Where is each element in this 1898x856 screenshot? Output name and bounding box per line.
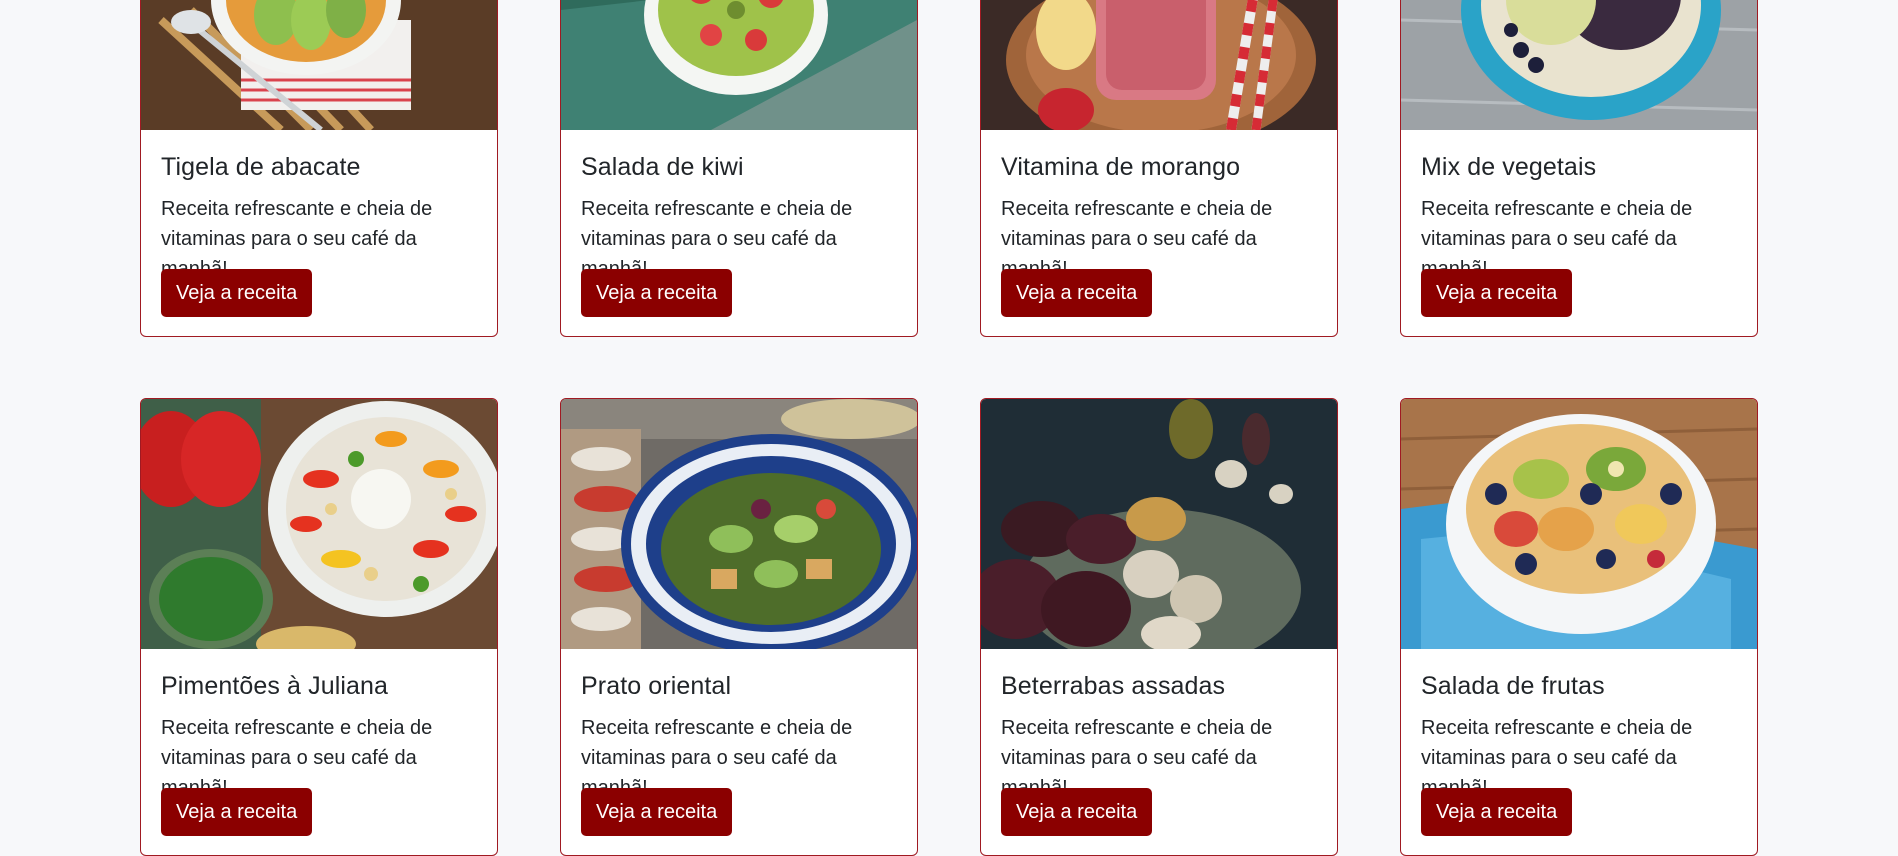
card-title: Salada de frutas bbox=[1421, 672, 1605, 700]
view-recipe-button[interactable]: Veja a receita bbox=[161, 788, 313, 836]
kiwi-bowl-photo bbox=[561, 0, 917, 130]
view-recipe-button[interactable]: Veja a receita bbox=[1421, 269, 1573, 317]
pepper-salad-photo bbox=[141, 399, 497, 649]
view-recipe-button[interactable]: Veja a receita bbox=[581, 788, 733, 836]
card-title: Beterrabas assadas bbox=[1001, 672, 1226, 700]
card-title: Salada de kiwi bbox=[581, 153, 744, 181]
recipe-card: Pimentões à Juliana Receita refrescante … bbox=[140, 398, 498, 856]
recipe-card: Beterrabas assadas Receita refrescante e… bbox=[980, 398, 1338, 856]
recipe-card: Tigela de abacate Receita refrescante e … bbox=[140, 0, 498, 337]
card-title: Pimentões à Juliana bbox=[161, 672, 389, 700]
recipe-card: Prato oriental Receita refrescante e che… bbox=[560, 398, 918, 856]
view-recipe-button[interactable]: Veja a receita bbox=[1421, 788, 1573, 836]
view-recipe-button[interactable]: Veja a receita bbox=[161, 269, 313, 317]
view-recipe-button[interactable]: Veja a receita bbox=[1001, 269, 1153, 317]
card-title: Mix de vegetais bbox=[1421, 153, 1597, 181]
fruit-salad-photo bbox=[1401, 399, 1757, 649]
vegetable-mix-photo bbox=[1401, 0, 1757, 130]
avocado-bowl-photo bbox=[141, 0, 497, 130]
card-title: Vitamina de morango bbox=[1001, 153, 1241, 181]
recipe-card: Vitamina de morango Receita refrescante … bbox=[980, 0, 1338, 337]
view-recipe-button[interactable]: Veja a receita bbox=[581, 269, 733, 317]
strawberry-smoothie-photo bbox=[981, 0, 1337, 130]
recipe-card: Mix de vegetais Receita refrescante e ch… bbox=[1400, 0, 1758, 337]
oriental-salad-photo bbox=[561, 399, 917, 649]
roasted-beets-photo bbox=[981, 399, 1337, 649]
card-title: Tigela de abacate bbox=[161, 153, 361, 181]
recipe-card: Salada de kiwi Receita refrescante e che… bbox=[560, 0, 918, 337]
view-recipe-button[interactable]: Veja a receita bbox=[1001, 788, 1153, 836]
card-title: Prato oriental bbox=[581, 672, 732, 700]
recipe-card: Salada de frutas Receita refrescante e c… bbox=[1400, 398, 1758, 856]
